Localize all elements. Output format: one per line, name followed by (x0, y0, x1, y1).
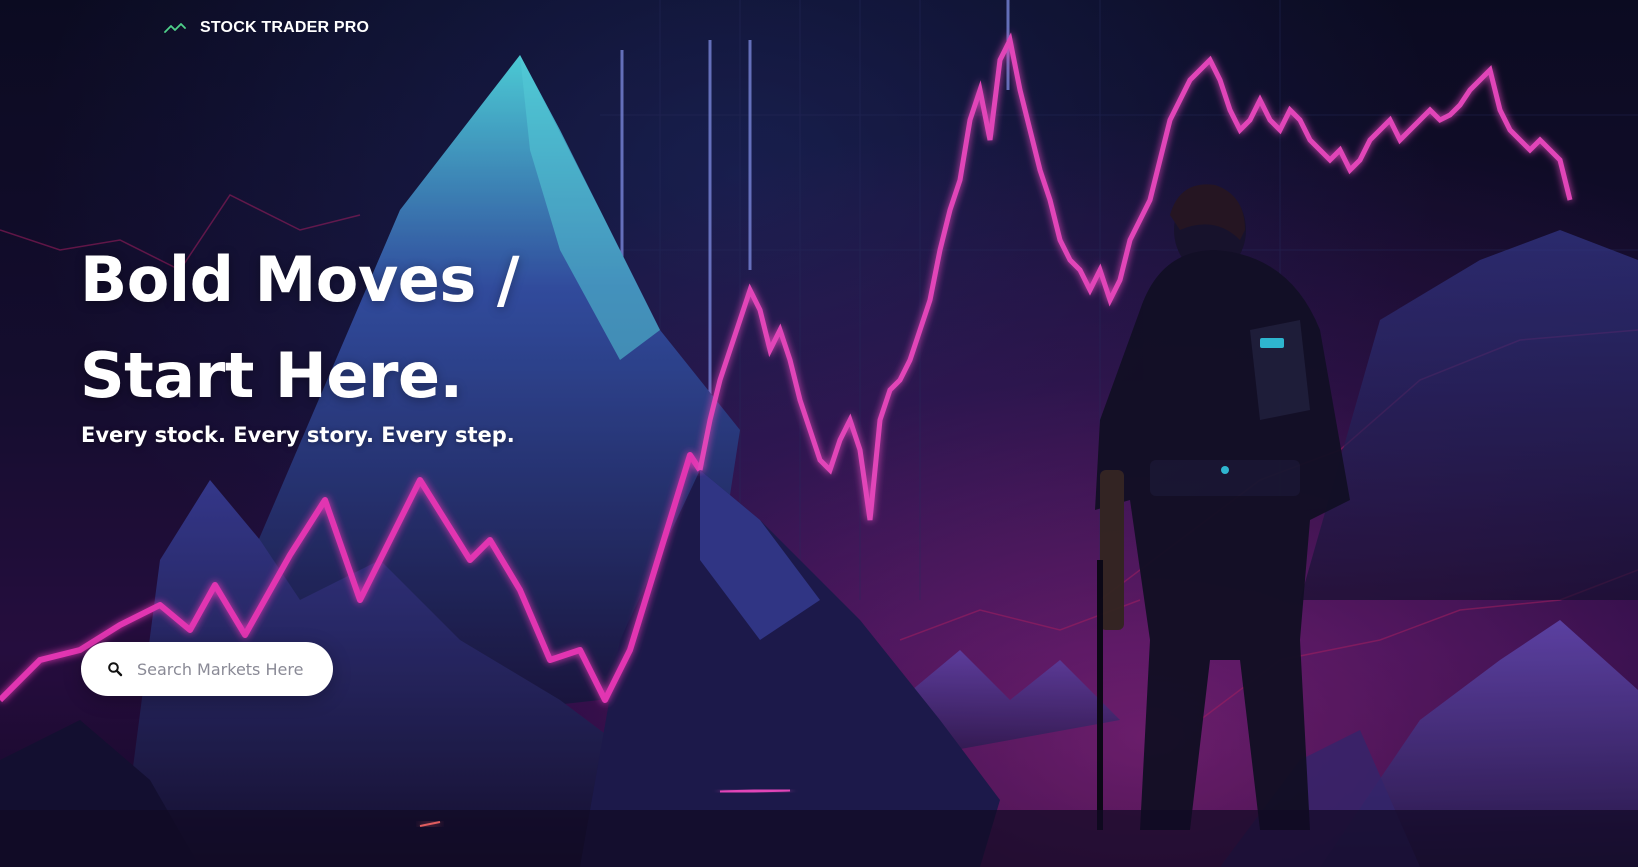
hero-headline: Bold Moves / Start Here. (80, 232, 519, 424)
site-header: STOCK TRADER PRO (164, 16, 369, 40)
trending-line-icon (164, 21, 186, 35)
market-search-box[interactable] (81, 642, 333, 696)
search-input[interactable] (137, 659, 327, 679)
headline-line-2: Start Here. (80, 339, 463, 412)
hero-tagline: Every stock. Every story. Every step. (81, 423, 515, 447)
search-icon (107, 661, 123, 677)
headline-line-1: Bold Moves / (80, 243, 519, 316)
brand-name[interactable]: STOCK TRADER PRO (200, 19, 369, 37)
